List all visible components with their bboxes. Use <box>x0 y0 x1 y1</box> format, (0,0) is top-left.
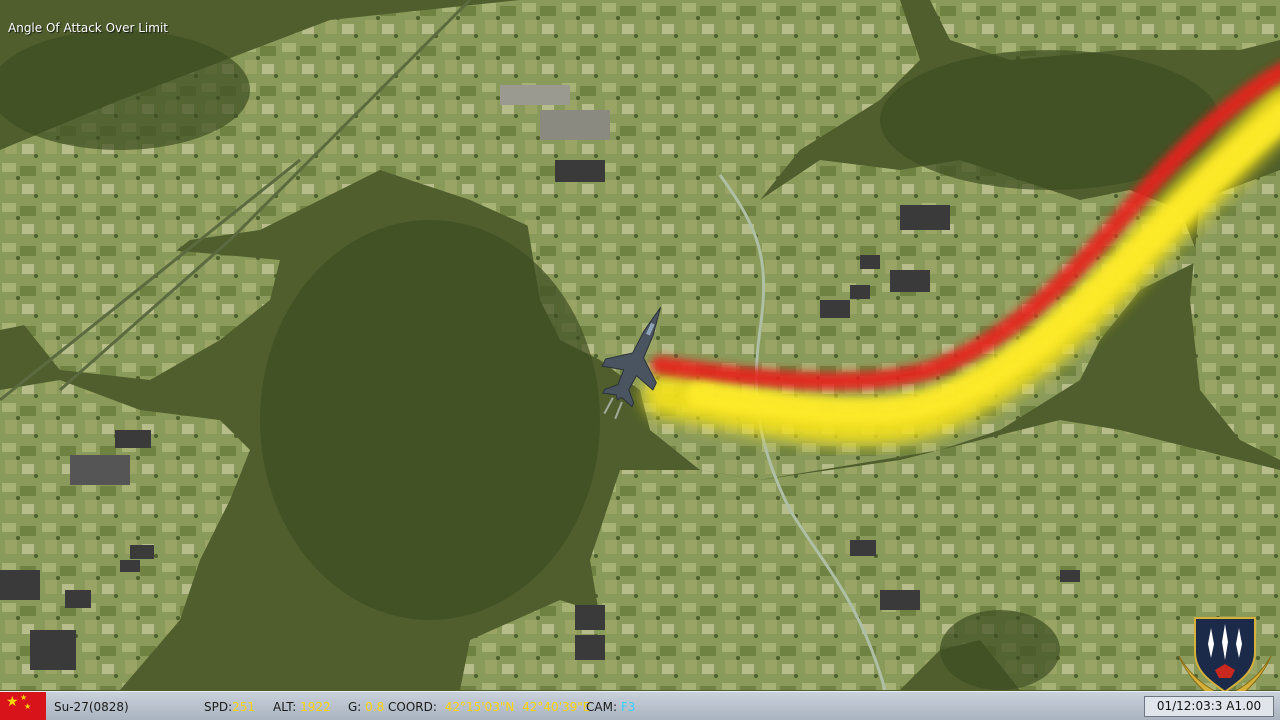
coord-label: COORD: <box>388 700 437 714</box>
g-force-label: G: <box>348 700 362 714</box>
status-bar: ★ ★ ★ Su-27(0828) SPD:251 ALT: 1922 G: 0… <box>0 691 1280 720</box>
g-force-value: 0.8 <box>365 700 385 714</box>
mission-time: 01/12:03:3 <box>1156 699 1223 713</box>
speed-value: 251 <box>232 700 256 714</box>
terrain-viewport <box>0 0 1280 720</box>
hud-warning-message: Angle Of Attack Over Limit <box>8 21 168 35</box>
china-flag-icon: ★ ★ ★ <box>0 692 46 720</box>
longitude-value: 42°40'39"E <box>522 700 591 714</box>
altitude-value: 1922 <box>300 700 331 714</box>
mission-time-display: 01/12:03:3 A1.00 <box>1144 696 1274 717</box>
aircraft-name: Su-27(0828) <box>54 700 129 714</box>
speed-label: SPD: <box>204 700 233 714</box>
g-force-readout: G: 0.8 <box>348 700 384 714</box>
camera-readout: CAM: F3 <box>586 700 635 714</box>
camera-value: F3 <box>620 700 636 714</box>
speed-readout: SPD:251 <box>204 700 255 714</box>
altitude-label: ALT: <box>273 700 297 714</box>
camera-label: CAM: <box>586 700 617 714</box>
latitude-value: 42°15'03"N <box>444 700 515 714</box>
time-acceleration: A1.00 <box>1226 699 1262 713</box>
altitude-readout: ALT: 1922 <box>273 700 331 714</box>
coordinates-readout: COORD: 42°15'03"N 42°40'39"E <box>388 700 590 714</box>
